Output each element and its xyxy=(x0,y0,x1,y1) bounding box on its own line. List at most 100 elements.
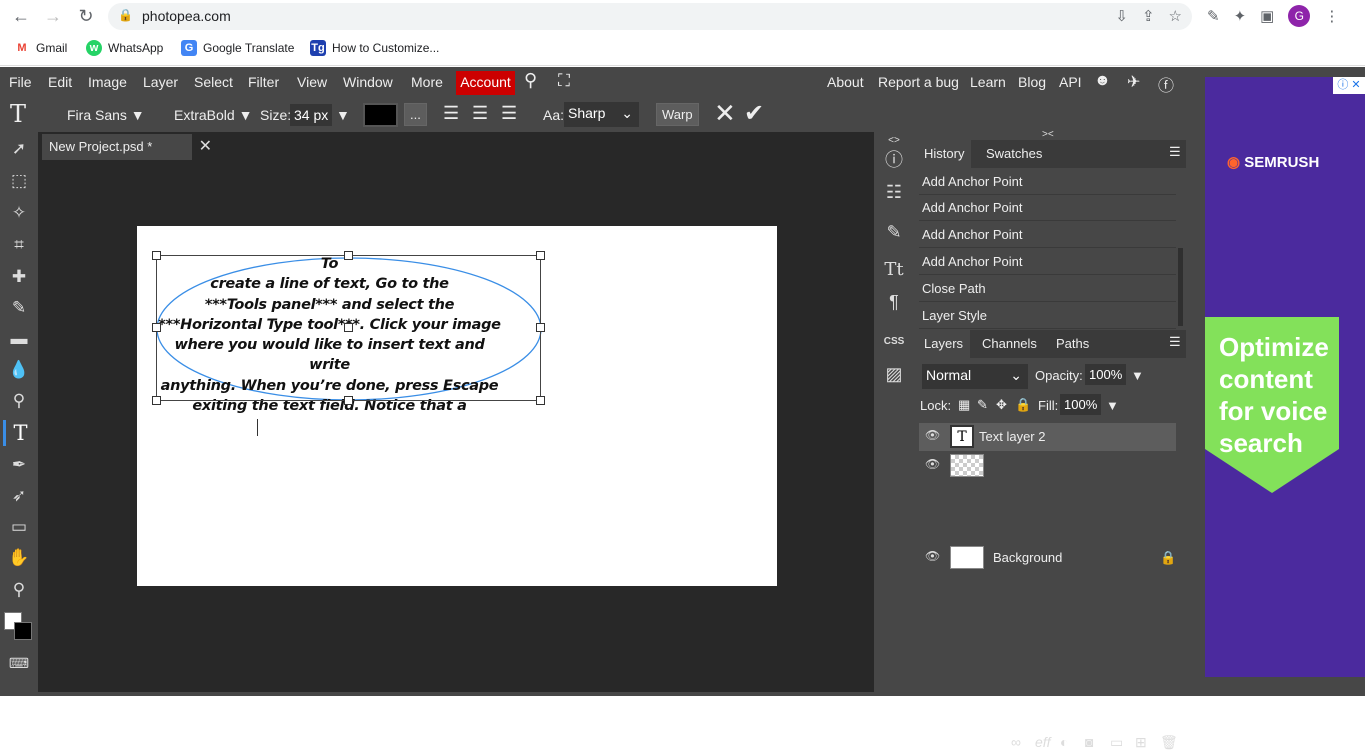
history-row[interactable]: Add Anchor Point xyxy=(919,222,1176,248)
reddit-icon[interactable]: ☻ xyxy=(1094,72,1111,90)
lock-pixels-icon[interactable]: ✎ xyxy=(977,397,988,413)
fullscreen-icon[interactable]: ⛶ xyxy=(558,71,570,91)
bookmark-how-to-customize[interactable]: Tg How to Customize... xyxy=(310,40,439,56)
transform-handle[interactable] xyxy=(536,323,545,332)
tab-swatches[interactable]: Swatches xyxy=(986,146,1042,161)
transform-handle[interactable] xyxy=(344,396,353,405)
search-icon[interactable]: ⚲ xyxy=(524,70,537,91)
type-tool-preset-icon[interactable]: T xyxy=(10,100,26,128)
transform-handle[interactable] xyxy=(536,396,545,405)
menu-view[interactable]: View xyxy=(297,74,327,90)
menu-about[interactable]: About xyxy=(827,74,864,90)
blur-tool-icon[interactable]: 💧 xyxy=(6,357,32,383)
eye-icon[interactable]: 👁 xyxy=(925,428,940,442)
info-icon[interactable]: ⓘ xyxy=(882,148,906,172)
image-icon[interactable]: ▨ xyxy=(882,362,906,386)
path-select-icon[interactable]: ➶ xyxy=(6,483,32,509)
history-row[interactable]: Layer Style xyxy=(919,303,1176,329)
menu-layer[interactable]: Layer xyxy=(143,74,178,90)
fill-input[interactable]: 100% xyxy=(1060,394,1102,415)
install-icon[interactable]: ⇩ xyxy=(1115,7,1128,25)
align-left-icon[interactable]: ☰ xyxy=(443,103,459,124)
transform-handle[interactable] xyxy=(536,251,545,260)
font-weight-select[interactable]: ExtraBold ▼ xyxy=(174,107,252,123)
address-bar[interactable]: 🔒 photopea.com ⇩ ⇪ ☆ xyxy=(108,3,1192,30)
share-icon[interactable]: ⇪ xyxy=(1142,7,1155,25)
twitter-icon[interactable]: ✈ xyxy=(1127,72,1140,92)
new-group-icon[interactable]: ▭ xyxy=(1110,734,1123,751)
layer-mask-icon[interactable]: ◙ xyxy=(1085,734,1093,750)
magic-wand-icon[interactable]: ✧ xyxy=(6,200,32,226)
panel-menu-icon[interactable]: ☰ xyxy=(1169,144,1181,160)
menu-api[interactable]: API xyxy=(1059,74,1082,90)
fill-dropdown-icon[interactable]: ▼ xyxy=(1106,398,1119,413)
extensions-icon[interactable]: ✦ xyxy=(1234,7,1247,25)
warp-button[interactable]: Warp xyxy=(656,103,699,126)
advertisement[interactable]: ⓘ ✕ ◉ SEMRUSH Optimize content for voice… xyxy=(1205,77,1365,677)
menu-edit[interactable]: Edit xyxy=(48,74,72,90)
bookmark-whatsapp[interactable]: w WhatsApp xyxy=(86,40,163,56)
lock-transparency-icon[interactable]: ▦ xyxy=(958,397,970,413)
background-color-swatch[interactable] xyxy=(14,622,32,640)
adjustments-icon[interactable]: ☷ xyxy=(882,180,906,204)
transform-handle[interactable] xyxy=(344,323,353,332)
layer-effects-icon[interactable]: eff xyxy=(1035,734,1051,750)
tab-layers[interactable]: Layers xyxy=(917,330,971,358)
size-input[interactable]: 34 px xyxy=(290,104,333,126)
menu-window[interactable]: Window xyxy=(343,74,393,90)
font-family-select[interactable]: Fira Sans ▼ xyxy=(67,107,145,123)
character-icon[interactable]: Tt xyxy=(882,258,906,282)
menu-image[interactable]: Image xyxy=(88,74,127,90)
transform-handle[interactable] xyxy=(152,251,161,260)
forward-icon[interactable]: → xyxy=(42,5,64,27)
move-tool-icon[interactable]: ➚ xyxy=(6,136,32,162)
opacity-dropdown-icon[interactable]: ▼ xyxy=(1131,368,1144,383)
menu-filter[interactable]: Filter xyxy=(248,74,279,90)
dodge-tool-icon[interactable]: ⚲ xyxy=(6,388,32,414)
expand-arrows-icon[interactable]: >< xyxy=(1042,129,1054,140)
transform-handle[interactable] xyxy=(152,323,161,332)
back-icon[interactable]: ← xyxy=(10,5,32,27)
bookmark-google-translate[interactable]: G Google Translate xyxy=(181,40,294,56)
antialias-select[interactable]: Sharp ⌄ xyxy=(564,102,639,127)
history-row[interactable]: Add Anchor Point xyxy=(919,169,1176,195)
align-right-icon[interactable]: ☰ xyxy=(501,103,517,124)
more-options-button[interactable]: ... xyxy=(404,103,427,126)
gradient-tool-icon[interactable]: ▬ xyxy=(6,326,32,352)
css-icon[interactable]: CSS xyxy=(882,330,906,354)
healing-brush-icon[interactable]: ✚ xyxy=(6,264,32,290)
document-canvas[interactable]: To create a line of text, Go to the ***T… xyxy=(137,226,777,586)
commit-icon[interactable]: ✔ xyxy=(744,99,764,128)
keyboard-icon[interactable]: ⌨ xyxy=(6,650,32,676)
history-scrollbar[interactable] xyxy=(1178,248,1183,326)
history-row[interactable]: Close Path xyxy=(919,276,1176,302)
reload-icon[interactable]: ↻ xyxy=(75,5,97,27)
link-layers-icon[interactable]: ∞ xyxy=(1011,734,1021,750)
ad-close-icon[interactable]: ⓘ ✕ xyxy=(1333,77,1365,94)
eyedropper-ext-icon[interactable]: ✎ xyxy=(1207,7,1220,25)
sidepanel-icon[interactable]: ▣ xyxy=(1260,7,1274,25)
layer-row[interactable]: 👁 xyxy=(919,452,1176,480)
paragraph-icon[interactable]: ¶ xyxy=(882,290,906,314)
menu-more[interactable]: More xyxy=(411,74,443,90)
crop-tool-icon[interactable]: ⌗ xyxy=(6,232,32,258)
history-row[interactable]: Add Anchor Point xyxy=(919,195,1176,221)
transform-handle[interactable] xyxy=(344,251,353,260)
adjustment-layer-icon[interactable]: ◐ xyxy=(1060,734,1068,750)
size-dropdown-icon[interactable]: ▼ xyxy=(336,107,350,123)
transform-handle[interactable] xyxy=(152,396,161,405)
opacity-input[interactable]: 100% xyxy=(1085,364,1127,385)
brush-tool-icon[interactable]: ✎ xyxy=(6,295,32,321)
layer-row[interactable]: 👁 T Text layer 2 xyxy=(919,423,1176,451)
blend-mode-select[interactable]: Normal ⌄ xyxy=(922,364,1028,389)
layer-row[interactable]: 👁 Background 🔒 xyxy=(919,544,1176,572)
history-row[interactable]: Add Anchor Point xyxy=(919,249,1176,275)
avatar[interactable]: G xyxy=(1288,5,1311,27)
hand-tool-icon[interactable]: ✋ xyxy=(6,545,32,571)
menu-file[interactable]: File xyxy=(9,74,32,90)
panel-menu-icon[interactable]: ☰ xyxy=(1169,334,1181,350)
menu-blog[interactable]: Blog xyxy=(1018,74,1046,90)
menu-learn[interactable]: Learn xyxy=(970,74,1006,90)
eye-icon[interactable]: 👁 xyxy=(925,549,940,563)
cancel-icon[interactable]: ✕ xyxy=(714,98,736,129)
